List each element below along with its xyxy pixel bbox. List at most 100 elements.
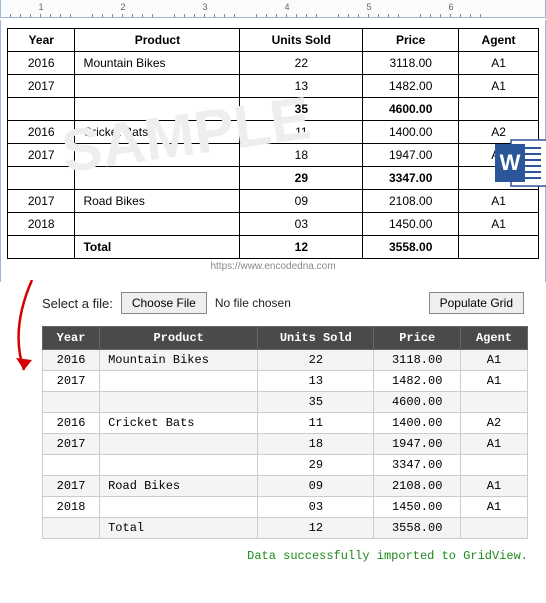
grid-row: 2018031450.00A1	[43, 497, 528, 518]
grid-cell: 2108.00	[374, 476, 461, 497]
table-row: Total123558.00	[8, 236, 539, 259]
grid-cell: 3118.00	[374, 350, 461, 371]
grid-cell	[100, 434, 258, 455]
table-cell: 2017	[8, 144, 75, 167]
grid-cell	[100, 392, 258, 413]
grid-cell: 12	[258, 518, 374, 539]
grid-cell: A1	[461, 434, 528, 455]
table-cell	[8, 236, 75, 259]
table-cell	[459, 98, 539, 121]
grid-row: 2016Mountain Bikes223118.00A1	[43, 350, 528, 371]
table-cell: 2018	[8, 213, 75, 236]
grid-cell: 2017	[43, 371, 100, 392]
table-header: Price	[363, 29, 459, 52]
ruler-mark: 4	[284, 2, 290, 12]
grid-cell: 2016	[43, 350, 100, 371]
populate-grid-button[interactable]: Populate Grid	[429, 292, 524, 314]
gridview-table: YearProductUnits SoldPriceAgent 2016Moun…	[42, 326, 528, 539]
gridview-panel: YearProductUnits SoldPriceAgent 2016Moun…	[0, 322, 546, 543]
table-cell	[75, 75, 240, 98]
grid-cell: 4600.00	[374, 392, 461, 413]
table-cell	[75, 98, 240, 121]
table-row: 354600.00	[8, 98, 539, 121]
grid-cell: 1400.00	[374, 413, 461, 434]
table-cell: 4600.00	[363, 98, 459, 121]
grid-cell	[100, 497, 258, 518]
grid-row: 293347.00	[43, 455, 528, 476]
table-cell: 2016	[8, 52, 75, 75]
table-cell: Cricket Bats	[75, 121, 240, 144]
grid-cell: Total	[100, 518, 258, 539]
grid-cell: 2017	[43, 476, 100, 497]
grid-row: 2017181947.00A1	[43, 434, 528, 455]
grid-row: 354600.00	[43, 392, 528, 413]
grid-cell: 13	[258, 371, 374, 392]
word-doc-panel: SAMPLE W YearProductUnits SoldPriceAgent…	[0, 20, 546, 282]
table-cell: 2017	[8, 75, 75, 98]
table-row: 2016Cricket Bats111400.00A2	[8, 121, 539, 144]
table-row: 2017181947.00A1	[8, 144, 539, 167]
ruler-mark: 5	[366, 2, 372, 12]
grid-cell	[100, 455, 258, 476]
grid-cell: 2018	[43, 497, 100, 518]
grid-cell: A1	[461, 371, 528, 392]
grid-cell	[43, 518, 100, 539]
table-header: Agent	[459, 29, 539, 52]
credit-url: https://www.encodedna.com	[7, 261, 539, 272]
table-cell: 35	[240, 98, 363, 121]
table-cell: 1947.00	[363, 144, 459, 167]
ruler-mark: 3	[202, 2, 208, 12]
table-cell: 2016	[8, 121, 75, 144]
grid-cell: 3347.00	[374, 455, 461, 476]
ruler-mark: 2	[120, 2, 126, 12]
grid-cell: 1482.00	[374, 371, 461, 392]
table-cell: 2017	[8, 190, 75, 213]
grid-cell	[461, 518, 528, 539]
table-row: 2018031450.00A1	[8, 213, 539, 236]
table-cell: 3118.00	[363, 52, 459, 75]
grid-row: 2017 131482.00A1	[43, 371, 528, 392]
choose-file-button[interactable]: Choose File	[121, 292, 207, 314]
file-status-text: No file chosen	[215, 296, 291, 310]
table-cell: 3558.00	[363, 236, 459, 259]
grid-cell: Road Bikes	[100, 476, 258, 497]
grid-header: Product	[100, 327, 258, 350]
table-cell: 13	[240, 75, 363, 98]
word-table: YearProductUnits SoldPriceAgent 2016Moun…	[7, 28, 539, 259]
table-cell: 12	[240, 236, 363, 259]
table-cell: 3347.00	[363, 167, 459, 190]
select-file-label: Select a file:	[42, 296, 113, 311]
grid-row: Total123558.00	[43, 518, 528, 539]
grid-cell: A1	[461, 497, 528, 518]
grid-cell: 3558.00	[374, 518, 461, 539]
grid-cell: 18	[258, 434, 374, 455]
table-cell: 1400.00	[363, 121, 459, 144]
table-row: 2016Mountain Bikes223118.00A1	[8, 52, 539, 75]
ruler: 123456	[0, 0, 546, 18]
grid-header: Agent	[461, 327, 528, 350]
table-cell: 29	[240, 167, 363, 190]
table-header: Product	[75, 29, 240, 52]
table-cell	[75, 213, 240, 236]
grid-cell: 1450.00	[374, 497, 461, 518]
table-cell: Road Bikes	[75, 190, 240, 213]
grid-header: Units Sold	[258, 327, 374, 350]
grid-row: 2017Road Bikes092108.00A1	[43, 476, 528, 497]
table-cell	[459, 236, 539, 259]
grid-cell: A2	[461, 413, 528, 434]
grid-cell: Mountain Bikes	[100, 350, 258, 371]
import-arrow-icon	[2, 280, 42, 390]
table-cell	[75, 167, 240, 190]
grid-cell	[100, 371, 258, 392]
table-cell: A1	[459, 213, 539, 236]
table-cell: 1482.00	[363, 75, 459, 98]
grid-cell	[461, 455, 528, 476]
table-row: 2017Road Bikes092108.00A1	[8, 190, 539, 213]
status-message: Data successfully imported to GridView.	[0, 543, 546, 573]
grid-cell: 22	[258, 350, 374, 371]
grid-header: Price	[374, 327, 461, 350]
grid-cell: Cricket Bats	[100, 413, 258, 434]
ruler-mark: 6	[448, 2, 454, 12]
table-cell: 11	[240, 121, 363, 144]
grid-cell: A1	[461, 350, 528, 371]
